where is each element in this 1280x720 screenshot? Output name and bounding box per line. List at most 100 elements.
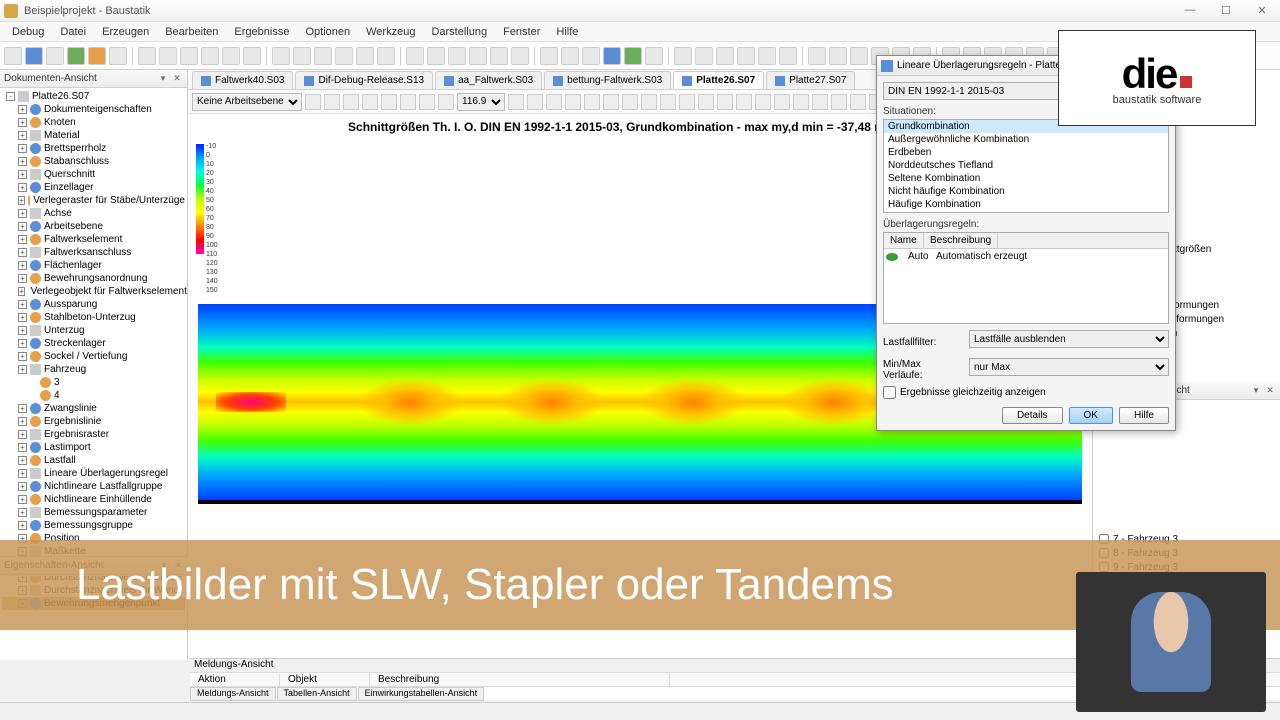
- tool-icon[interactable]: [324, 94, 340, 110]
- tool-icon[interactable]: [812, 94, 828, 110]
- toolbar-button[interactable]: [25, 47, 43, 65]
- toolbar-button[interactable]: [582, 47, 600, 65]
- details-button[interactable]: Details: [1002, 407, 1063, 424]
- radio-icon[interactable]: [886, 253, 898, 261]
- file-tab[interactable]: Dif-Debug-Release.S13: [295, 71, 433, 89]
- tool-icon[interactable]: [698, 94, 714, 110]
- tool-icon[interactable]: [717, 94, 733, 110]
- situation-item[interactable]: Norddeutsches Tiefland: [884, 159, 1168, 172]
- toolbar-button[interactable]: [716, 47, 734, 65]
- menu-item[interactable]: Bearbeiten: [157, 26, 226, 38]
- toolbar-button[interactable]: [540, 47, 558, 65]
- toolbar-button[interactable]: [180, 47, 198, 65]
- tree-item[interactable]: +Lineare Überlagerungsregel: [2, 467, 185, 480]
- toolbar-button[interactable]: [850, 47, 868, 65]
- menu-item[interactable]: Datei: [52, 26, 94, 38]
- tree-item[interactable]: +Zwangslinie: [2, 402, 185, 415]
- menu-item[interactable]: Optionen: [297, 26, 358, 38]
- menu-item[interactable]: Darstellung: [423, 26, 495, 38]
- help-button[interactable]: Hilfe: [1119, 407, 1169, 424]
- tree-item[interactable]: +Ergebnislinie: [2, 415, 185, 428]
- toolbar-button[interactable]: [159, 47, 177, 65]
- tool-icon[interactable]: [736, 94, 752, 110]
- tree-item[interactable]: +Verlegeraster für Stäbe/Unterzüge: [2, 194, 185, 207]
- situation-item[interactable]: Erdbeben: [884, 146, 1168, 159]
- toolbar-button[interactable]: [335, 47, 353, 65]
- tree-item[interactable]: +Aussparung: [2, 298, 185, 311]
- msg-tab[interactable]: Meldungs-Ansicht: [190, 687, 276, 701]
- panel-pin-icon[interactable]: ▾: [1250, 385, 1262, 397]
- tool-icon[interactable]: [508, 94, 524, 110]
- tree-item[interactable]: +Querschnitt: [2, 168, 185, 181]
- file-tab[interactable]: Faltwerk40.S03: [192, 71, 293, 89]
- toolbar-button[interactable]: [624, 47, 642, 65]
- tool-icon[interactable]: [438, 94, 454, 110]
- toolbar-button[interactable]: [695, 47, 713, 65]
- tool-icon[interactable]: [527, 94, 543, 110]
- toolbar-button[interactable]: [222, 47, 240, 65]
- tool-icon[interactable]: [603, 94, 619, 110]
- tool-icon[interactable]: [622, 94, 638, 110]
- tree-item[interactable]: +Dokumenteigenschaften: [2, 103, 185, 116]
- toolbar-button[interactable]: [469, 47, 487, 65]
- toolbar-button[interactable]: [448, 47, 466, 65]
- toolbar-button[interactable]: [490, 47, 508, 65]
- situation-item[interactable]: Quasi ständige Kombination: [884, 211, 1168, 213]
- toolbar-button[interactable]: [758, 47, 776, 65]
- panel-pin-icon[interactable]: ▾: [157, 73, 169, 85]
- toolbar-button[interactable]: [808, 47, 826, 65]
- toolbar-button[interactable]: [201, 47, 219, 65]
- menu-item[interactable]: Erzeugen: [94, 26, 157, 38]
- tree-item[interactable]: +Bewehrungsanordnung: [2, 272, 185, 285]
- toolbar-button[interactable]: [406, 47, 424, 65]
- tree-item[interactable]: +Bemessungsgruppe: [2, 519, 185, 532]
- arbeitsebene-select[interactable]: Keine Arbeitsebene: [192, 93, 302, 111]
- tool-icon[interactable]: [755, 94, 771, 110]
- situation-item[interactable]: Seltene Kombination: [884, 172, 1168, 185]
- tool-icon[interactable]: [793, 94, 809, 110]
- toolbar-button[interactable]: [356, 47, 374, 65]
- minimize-button[interactable]: —: [1176, 4, 1204, 17]
- tree-item[interactable]: +Stabanschluss: [2, 155, 185, 168]
- toolbar-button[interactable]: [427, 47, 445, 65]
- toolbar-button[interactable]: [4, 47, 22, 65]
- tool-icon[interactable]: [850, 94, 866, 110]
- msg-tab[interactable]: Einwirkungstabellen-Ansicht: [358, 687, 485, 701]
- panel-close-icon[interactable]: ✕: [1264, 385, 1276, 397]
- tree-item[interactable]: +Faltwerksanschluss: [2, 246, 185, 259]
- panel-close-icon[interactable]: ✕: [171, 73, 183, 85]
- menu-item[interactable]: Werkzeug: [358, 26, 423, 38]
- tree-item[interactable]: +Fahrzeug: [2, 363, 185, 376]
- gleichzeitig-checkbox[interactable]: [883, 386, 896, 399]
- toolbar-button[interactable]: [314, 47, 332, 65]
- tree-item[interactable]: +Lastfall: [2, 454, 185, 467]
- toolbar-button[interactable]: [645, 47, 663, 65]
- tree-item[interactable]: +Arbeitsebene: [2, 220, 185, 233]
- tree-item[interactable]: +Material: [2, 129, 185, 142]
- toolbar-button[interactable]: [779, 47, 797, 65]
- toolbar-button[interactable]: [272, 47, 290, 65]
- close-button[interactable]: ✕: [1248, 4, 1276, 17]
- tool-icon[interactable]: [641, 94, 657, 110]
- rules-table[interactable]: NameBeschreibung AutoAutomatisch erzeugt: [883, 232, 1169, 324]
- toolbar-button[interactable]: [46, 47, 64, 65]
- lastfallfilter-select[interactable]: Lastfälle ausblenden: [969, 330, 1169, 348]
- tree-item[interactable]: +Brettsperrholz: [2, 142, 185, 155]
- situation-item[interactable]: Häufige Kombination: [884, 198, 1168, 211]
- msg-tab[interactable]: Tabellen-Ansicht: [277, 687, 357, 701]
- minmax-select[interactable]: nur Max: [969, 358, 1169, 376]
- toolbar-button[interactable]: [829, 47, 847, 65]
- tree-item[interactable]: +Stahlbeton-Unterzug: [2, 311, 185, 324]
- tree-item[interactable]: +Nichtlineare Einhüllende: [2, 493, 185, 506]
- tool-icon[interactable]: [774, 94, 790, 110]
- maximize-button[interactable]: ☐: [1212, 4, 1240, 17]
- toolbar-button[interactable]: [67, 47, 85, 65]
- menu-item[interactable]: Debug: [4, 26, 52, 38]
- tree-item[interactable]: +Nichtlineare Lastfallgruppe: [2, 480, 185, 493]
- tree-item[interactable]: +Faltwerkselement: [2, 233, 185, 246]
- toolbar-button[interactable]: [603, 47, 621, 65]
- tree-item[interactable]: +Flächenlager: [2, 259, 185, 272]
- tool-icon[interactable]: [362, 94, 378, 110]
- value-select[interactable]: 116.9: [457, 93, 505, 111]
- tree-item[interactable]: +Einzellager: [2, 181, 185, 194]
